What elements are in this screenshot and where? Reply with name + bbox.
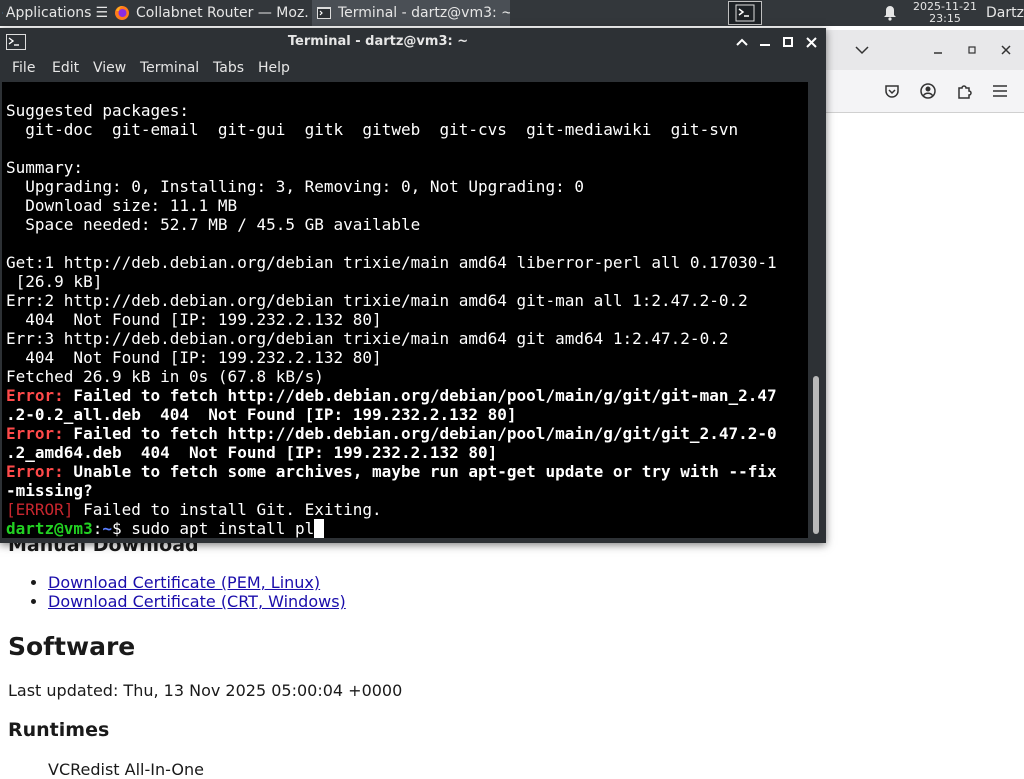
clock-time: 23:15 [929,12,961,25]
firefox-minimize-button[interactable] [926,38,950,62]
error-tag: [ERROR] [6,500,74,519]
menu-file[interactable]: File [12,60,35,76]
panel-clock[interactable]: 2025-11-21 23:15 [905,0,985,26]
last-updated-text: Last updated: Thu, 13 Nov 2025 05:00:04 … [8,681,403,700]
text-cursor [314,519,324,538]
output-line: Space needed: 52.7 MB / 45.5 GB availabl… [6,215,421,234]
download-crt-link[interactable]: Download Certificate (CRT, Windows) [48,592,346,611]
maximize-button[interactable] [778,32,798,52]
output-line: 404 Not Found [IP: 199.232.2.132 80] [6,348,382,367]
download-pem-link[interactable]: Download Certificate (PEM, Linux) [48,573,320,592]
menu-help[interactable]: Help [258,60,290,76]
prompt-path: ~ [102,519,112,538]
taskbar-item-terminal[interactable]: Terminal - dartz@vm3: ~ [312,0,510,26]
shade-button[interactable] [732,32,752,52]
error-text: -missing? [6,481,93,500]
terminal-titlebar[interactable]: Terminal - dartz@vm3: ~ [0,28,826,56]
firefox-icon [115,5,129,20]
taskbar-item-label: Terminal - dartz@vm3: ~ [338,5,510,21]
menu-tabs[interactable]: Tabs [213,60,244,76]
output-line: Get:1 http://deb.debian.org/debian trixi… [6,253,777,272]
notifications-bell-icon[interactable] [880,0,900,26]
window-title: Terminal - dartz@vm3: ~ [287,34,469,49]
output-line: git-doc git-email git-gui gitk gitweb gi… [6,120,739,139]
list-item: Download Certificate (PEM, Linux) [48,573,346,592]
error-label: Error: [6,386,64,405]
close-icon [805,36,817,48]
prompt-separator: : [92,519,103,538]
error-message: Failed to install Git. Exiting. [73,500,382,519]
minimize-icon [760,44,770,46]
error-text: Failed to fetch http://deb.debian.org/de… [63,386,777,405]
user-menu[interactable]: Dartz [986,0,1024,26]
error-label: Error: [6,462,64,481]
error-text: .2-0.2_all.deb 404 Not Found [IP: 199.23… [6,405,517,424]
firefox-maximize-button[interactable] [960,38,984,62]
terminal-output: Suggested packages: git-doc git-email gi… [2,101,777,538]
scrollbar-thumb[interactable] [813,376,819,534]
terminal-icon [317,7,331,19]
output-line: [26.9 kB] [6,272,103,291]
prompt-user: dartz@vm3 [6,519,93,538]
terminal-launcher-button[interactable] [728,1,762,25]
tab-list-chevron-icon[interactable] [850,38,874,62]
output-line: 404 Not Found [IP: 199.232.2.132 80] [6,310,382,329]
prompt-symbol: $ [111,519,122,538]
section-heading-software: Software [8,632,136,661]
terminal-launcher-icon [735,4,755,22]
taskbar-item-firefox[interactable]: Collabnet Router — Moz... [110,0,310,26]
runtime-item: VCRedist All-In-One [48,760,204,779]
output-line: Err:3 http://deb.debian.org/debian trixi… [6,329,729,348]
list-item: Download Certificate (CRT, Windows) [48,592,346,611]
hamburger-menu-icon[interactable] [988,79,1012,103]
output-line: Summary: [6,158,84,177]
menu-edit[interactable]: Edit [52,60,79,76]
error-text: Unable to fetch some archives, maybe run… [63,462,777,481]
firefox-titlebar [826,30,1024,70]
output-line: Upgrading: 0, Installing: 3, Removing: 0… [6,177,584,196]
pocket-icon[interactable] [880,79,904,103]
section-heading-runtimes: Runtimes [8,719,110,741]
terminal-screen[interactable]: Suggested packages: git-doc git-email gi… [2,82,808,538]
applications-label: Applications [5,5,92,21]
terminal-window: Terminal - dartz@vm3: ~ File Edit View T… [0,28,826,543]
firefox-page-content: Manual Download Download Certificate (PE… [0,534,1024,779]
menu-terminal[interactable]: Terminal [140,60,199,76]
chevron-up-icon [736,38,748,46]
firefox-toolbar [826,70,1024,113]
xfce-logo-icon [2,12,3,14]
close-button[interactable] [801,32,821,52]
applications-menu-button[interactable]: Applications ☰ [0,0,108,26]
menu-icon: ☰ [95,5,108,21]
output-line: Err:2 http://deb.debian.org/debian trixi… [6,291,748,310]
minimize-button[interactable] [755,32,775,52]
error-text: .2_amd64.deb 404 Not Found [IP: 199.232.… [6,443,498,462]
command-input[interactable]: sudo apt install pl [122,519,314,538]
extensions-icon[interactable] [952,79,976,103]
error-label: Error: [6,424,64,443]
account-icon[interactable] [916,79,940,103]
error-text: Failed to fetch http://deb.debian.org/de… [63,424,777,443]
output-line: Download size: 11.1 MB [6,196,238,215]
download-list: Download Certificate (PEM, Linux) Downlo… [8,573,346,611]
firefox-close-button[interactable] [994,38,1018,62]
output-line: Suggested packages: [6,101,190,120]
output-line: Fetched 26.9 kB in 0s (67.8 kB/s) [6,367,324,386]
menu-view[interactable]: View [93,60,126,76]
maximize-icon [783,37,793,47]
terminal-scrollbar[interactable] [809,82,824,538]
taskbar-item-label: Collabnet Router — Moz... [136,5,310,21]
terminal-menubar: File Edit View Terminal Tabs Help [0,56,826,82]
top-panel: Applications ☰ Collabnet Router — Moz...… [0,0,1024,26]
